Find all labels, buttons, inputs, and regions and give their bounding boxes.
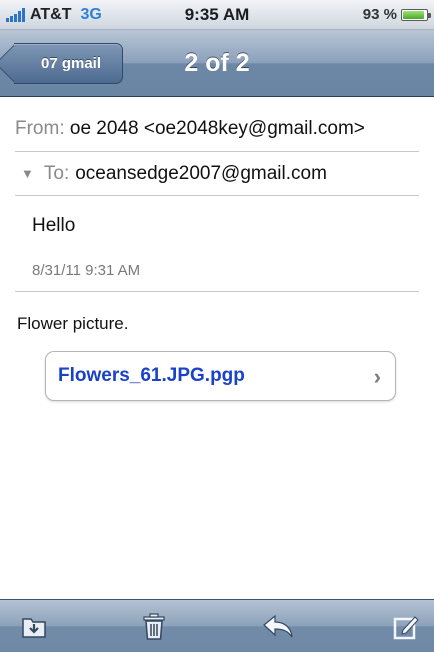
move-folder-icon[interactable] (18, 611, 50, 643)
chevron-right-icon: › (373, 364, 381, 389)
email-subject: Hello (32, 215, 76, 236)
back-button[interactable]: 07 gmail (14, 43, 123, 84)
compose-icon[interactable] (390, 611, 422, 643)
navigation-bar: 2 of 2 07 gmail (0, 30, 434, 97)
to-address[interactable]: oceansedge2007@gmail.com (75, 163, 327, 185)
reply-icon[interactable] (262, 611, 294, 643)
bottom-toolbar (0, 599, 434, 652)
from-address[interactable]: oe 2048 <oe2048key@gmail.com> (70, 118, 365, 139)
battery-icon (401, 8, 431, 21)
carrier-name: AT&T (30, 5, 72, 23)
status-bar: AT&T 3G 9:35 AM 93 % (0, 0, 434, 30)
battery-percentage: 93 % (362, 6, 397, 23)
battery-fill (403, 10, 425, 19)
from-label: From: (15, 118, 65, 139)
to-label: To: (43, 162, 70, 184)
status-right: 93 % (362, 6, 431, 23)
email-date: 8/31/11 9:31 AM (32, 262, 141, 279)
email-body: Flower picture. (17, 314, 129, 333)
header-divider (15, 291, 419, 292)
from-row[interactable]: From: oe 2048 <oe2048key@gmail.com> (15, 112, 419, 152)
to-row[interactable]: ▼ To: oceansedge2007@gmail.com (15, 152, 419, 196)
signal-strength-icon (6, 7, 25, 22)
expand-triangle-icon[interactable]: ▼ (21, 166, 34, 181)
back-button-area: 07 gmail (0, 30, 130, 97)
status-left: AT&T 3G (6, 6, 102, 24)
network-type: 3G (80, 5, 102, 23)
attachment-button[interactable]: Flowers_61.JPG.pgp › (45, 351, 396, 401)
trash-icon[interactable] (138, 611, 170, 643)
attachment-name: Flowers_61.JPG.pgp (58, 365, 245, 386)
